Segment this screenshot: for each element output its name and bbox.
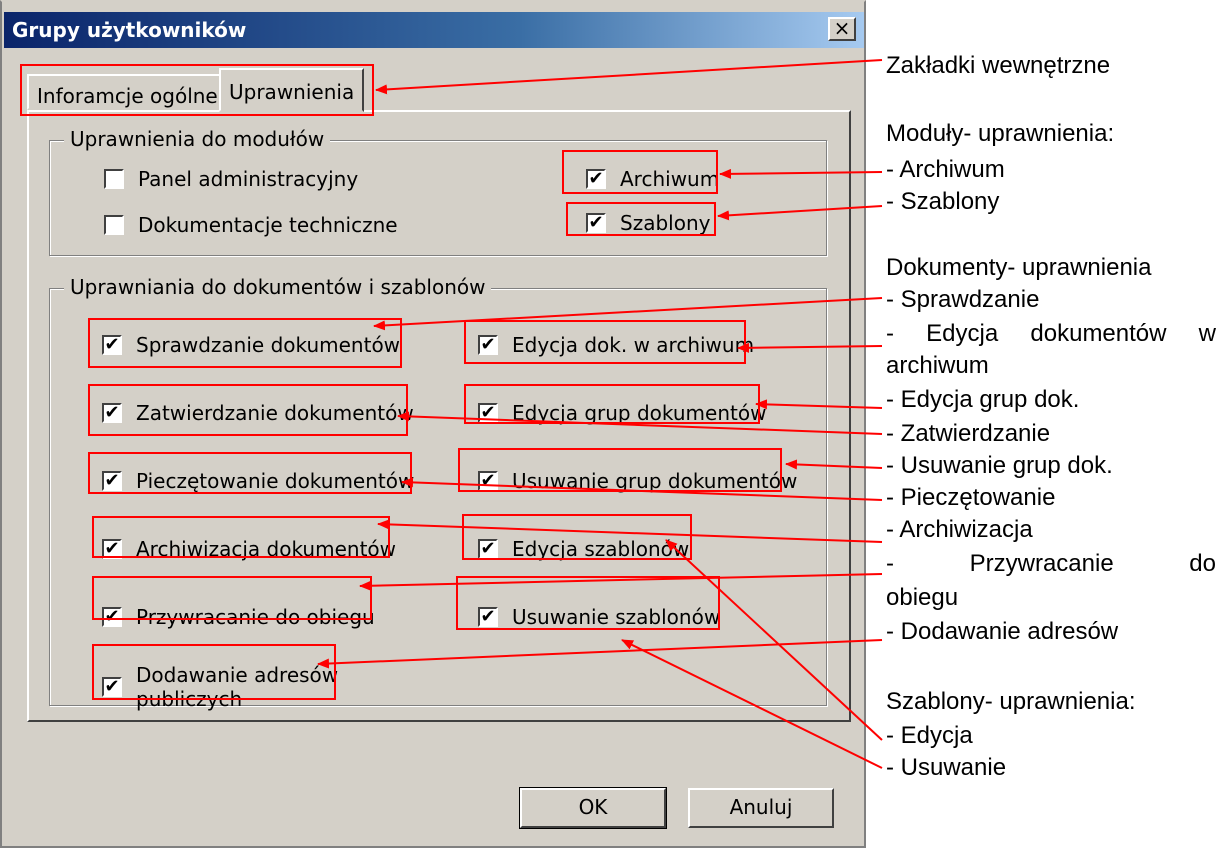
arrow-checking bbox=[373, 297, 883, 331]
annotation-doc-edit-groups: - Edycja grup dok. bbox=[886, 386, 1080, 413]
annotation-doc-public-addresses: - Dodawanie adresów bbox=[886, 618, 1119, 645]
annotation-doc-approving: - Zatwierdzanie bbox=[886, 420, 1051, 447]
annotation-doc-restore-line2: obiegu bbox=[886, 584, 959, 611]
annotation-doc-restore-line1: - Przywracanie do bbox=[886, 550, 1216, 577]
annotation-modules-header: Moduły- uprawnienia: bbox=[886, 120, 1115, 147]
annotation-templates-header: Szablony- uprawnienia: bbox=[886, 688, 1136, 715]
arrow-archive bbox=[719, 168, 883, 179]
arrow-delete-doc-groups bbox=[785, 459, 883, 470]
arrow-templates bbox=[717, 205, 883, 221]
annotation-doc-sealing: - Pieczętowanie bbox=[886, 484, 1056, 511]
arrow-approving bbox=[397, 411, 883, 435]
arrow-restore bbox=[359, 573, 883, 591]
annotation-documents-header: Dokumenty- uprawnienia bbox=[886, 254, 1152, 281]
annotation-tpl-delete: - Usuwanie bbox=[886, 754, 1007, 781]
arrow-edit-templates bbox=[665, 539, 883, 741]
arrow-edit-archived bbox=[737, 342, 883, 353]
annotation-tpl-edit: - Edycja bbox=[886, 722, 973, 749]
annotation-modules-templates: - Szablony bbox=[886, 188, 1000, 215]
annotation-doc-edit-line2: archiwum bbox=[886, 352, 989, 379]
annotation-doc-delete-groups: - Usuwanie grup dok. bbox=[886, 452, 1113, 479]
annotation-doc-checking: - Sprawdzanie bbox=[886, 286, 1040, 313]
annotation-doc-edit-line1: - Edycja dokumentów w bbox=[886, 320, 1216, 347]
annotation-modules-archive: - Archiwum bbox=[886, 156, 1005, 183]
annotation-doc-archiving: - Archiwizacja bbox=[886, 516, 1033, 543]
arrow-archiving bbox=[377, 519, 883, 543]
tab-permissions[interactable]: Uprawnienia bbox=[219, 68, 365, 112]
arrow-sealing bbox=[401, 477, 883, 501]
arrow-tabs bbox=[375, 59, 883, 95]
arrow-edit-doc-groups bbox=[755, 399, 883, 410]
annotation-tabs: Zakładki wewnętrzne bbox=[886, 52, 1111, 79]
